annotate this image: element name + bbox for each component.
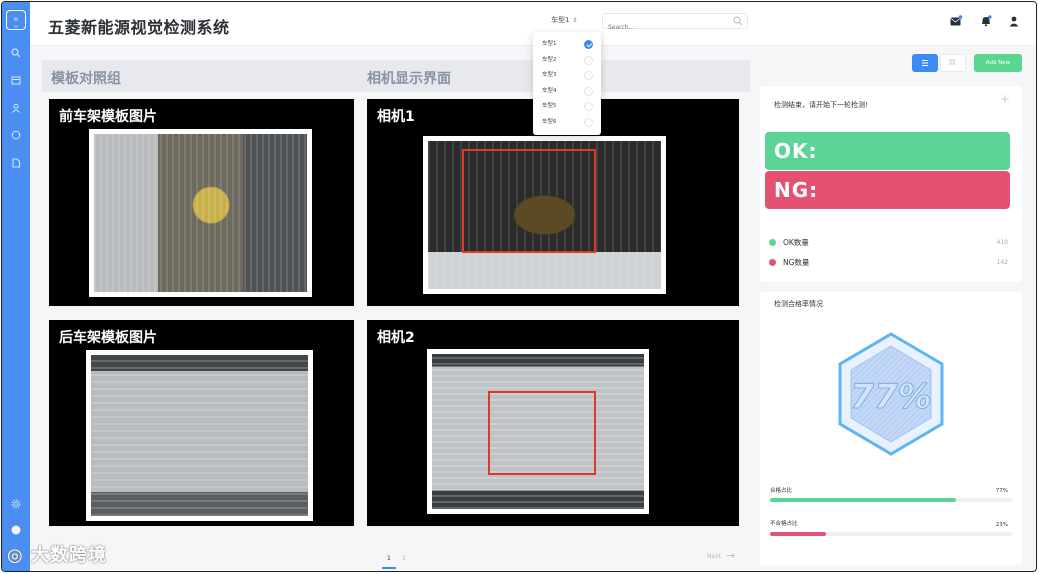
app-window: ✉ ▭ 五菱新能源视觉检测系统 车型1 ⇕ Search... 模板对照组 相机…	[1, 1, 1037, 572]
rear-template-image	[86, 350, 313, 521]
section-title-camera: 相机显示界面	[367, 71, 451, 87]
status-card: 检测结束，请开始下一轮检测! + OK: NG: OK数量 410 NG数量 1…	[760, 86, 1022, 282]
sidebar: ✉ ▭	[2, 2, 30, 571]
dropdown-item-model-6[interactable]: 车型6	[533, 115, 601, 131]
search-input[interactable]	[603, 20, 723, 35]
dropdown-item-model-4[interactable]: 车型4	[533, 84, 601, 100]
radio-icon[interactable]	[584, 55, 593, 65]
fail-progress-bar	[770, 532, 1012, 536]
calendar-icon[interactable]	[10, 75, 22, 87]
ng-result-box: NG:	[765, 171, 1010, 209]
chat-icon[interactable]	[10, 130, 22, 142]
mail-icon[interactable]	[949, 14, 963, 28]
ok-count-legend: OK数量	[769, 237, 809, 248]
grid-icon	[949, 59, 955, 65]
add-new-button[interactable]: Add New	[974, 54, 1022, 72]
status-message: 检测结束，请开始下一轮检测!	[774, 101, 868, 109]
ok-count-value: 410	[996, 239, 1008, 246]
profile-avatar-icon[interactable]	[10, 525, 22, 537]
settings-icon[interactable]	[10, 499, 22, 511]
front-template-image	[89, 129, 312, 297]
dropdown-item-label: 车型6	[542, 118, 557, 125]
fail-bar-percent: 23%	[995, 522, 1008, 528]
user-icon[interactable]	[1007, 14, 1021, 28]
camera2-image	[427, 349, 649, 514]
panel-title: 前车架模板图片	[59, 109, 157, 125]
list-view-button[interactable]	[912, 54, 938, 72]
camera1-image	[423, 136, 666, 294]
panel-title: 相机1	[377, 109, 415, 125]
page-2-link[interactable]: 2	[402, 555, 406, 562]
model-select-value: 车型1	[551, 16, 570, 24]
checkmark-icon[interactable]	[584, 40, 593, 49]
radio-icon[interactable]	[584, 86, 593, 96]
camera-feed	[428, 141, 661, 289]
list-icon	[922, 60, 928, 66]
camera2-panel: 相机2	[367, 320, 739, 526]
fail-progress-fill	[770, 532, 826, 536]
app-logo-icon[interactable]: ✉ ▭	[6, 10, 26, 30]
dropdown-item-model-3[interactable]: 车型3	[533, 68, 601, 84]
pagination: 1 2 Next →	[42, 543, 750, 571]
ng-count-legend: NG数量	[769, 257, 809, 268]
ng-count-value: 142	[996, 259, 1008, 266]
section-header-bar: 模板对照组 相机显示界面	[42, 60, 750, 92]
panel-title: 后车架模板图片	[59, 330, 157, 346]
pass-bar-percent: 77%	[995, 488, 1008, 494]
ng-dot-icon	[769, 259, 776, 266]
fail-bar-label: 不合格占比	[770, 521, 798, 527]
fixture-photo	[94, 134, 307, 292]
radio-icon[interactable]	[584, 71, 593, 80]
dropdown-item-label: 车型1	[542, 41, 557, 47]
document-icon[interactable]	[10, 158, 22, 170]
dropdown-item-label: 车型3	[542, 72, 557, 78]
ng-count-label: NG数量	[783, 258, 810, 267]
ok-count-label: OK数量	[783, 238, 809, 247]
ok-dot-icon	[769, 239, 776, 246]
next-page-button[interactable]: Next	[707, 553, 721, 560]
pass-bar-label: 合格占比	[770, 488, 793, 494]
watermark-text: 大数跨境	[30, 545, 107, 566]
bell-icon[interactable]	[979, 14, 993, 28]
model-dropdown-menu: 车型1 车型2 车型3 车型4 车型5 车型6	[533, 32, 601, 135]
fixture-photo	[91, 355, 308, 516]
user-icon[interactable]	[10, 103, 22, 115]
plus-icon[interactable]: +	[1000, 92, 1010, 106]
grid-view-button[interactable]	[940, 54, 966, 72]
page-title: 五菱新能源视觉检测系统	[48, 18, 230, 37]
pass-rate-card: 检测合格率情况 77% 合格占比 77% 不合格占比 23%	[760, 292, 1022, 565]
model-select[interactable]: 车型1 ⇕	[551, 15, 578, 25]
dropdown-item-label: 车型5	[542, 103, 557, 109]
pass-rate-hexagon-gauge: 77%	[838, 332, 944, 456]
rear-template-panel: 后车架模板图片	[49, 320, 354, 526]
section-title-template: 模板对照组	[51, 71, 121, 87]
active-page-indicator	[382, 567, 396, 569]
page-1-link[interactable]: 1	[387, 555, 391, 562]
search-icon[interactable]	[733, 16, 743, 26]
camera-feed	[432, 354, 644, 509]
search-field[interactable]	[602, 13, 748, 35]
pass-progress-fill	[770, 498, 957, 502]
pass-progress-bar	[770, 498, 1012, 502]
chevron-updown-icon: ⇕	[572, 17, 578, 24]
dropdown-item-label: 车型4	[542, 87, 557, 94]
ok-result-box: OK:	[765, 132, 1010, 170]
panel-title: 相机2	[377, 330, 415, 346]
search-icon[interactable]	[10, 48, 22, 60]
arrow-right-icon[interactable]: →	[726, 549, 735, 562]
pass-rate-title: 检测合格率情况	[774, 300, 823, 308]
dropdown-item-model-5[interactable]: 车型5	[533, 99, 601, 115]
watermark-logo: ◎ 大数跨境	[7, 545, 107, 566]
detection-roi-box	[462, 149, 596, 253]
radio-icon[interactable]	[584, 102, 593, 111]
dropdown-item-model-1[interactable]: 车型1	[533, 37, 601, 53]
front-template-panel: 前车架模板图片	[49, 99, 354, 306]
pass-rate-value: 77%	[850, 377, 931, 417]
radio-icon[interactable]	[584, 117, 593, 127]
detection-roi-box	[488, 391, 596, 475]
dropdown-item-label: 车型2	[542, 56, 557, 63]
dropdown-item-model-2[interactable]: 车型2	[533, 53, 601, 69]
